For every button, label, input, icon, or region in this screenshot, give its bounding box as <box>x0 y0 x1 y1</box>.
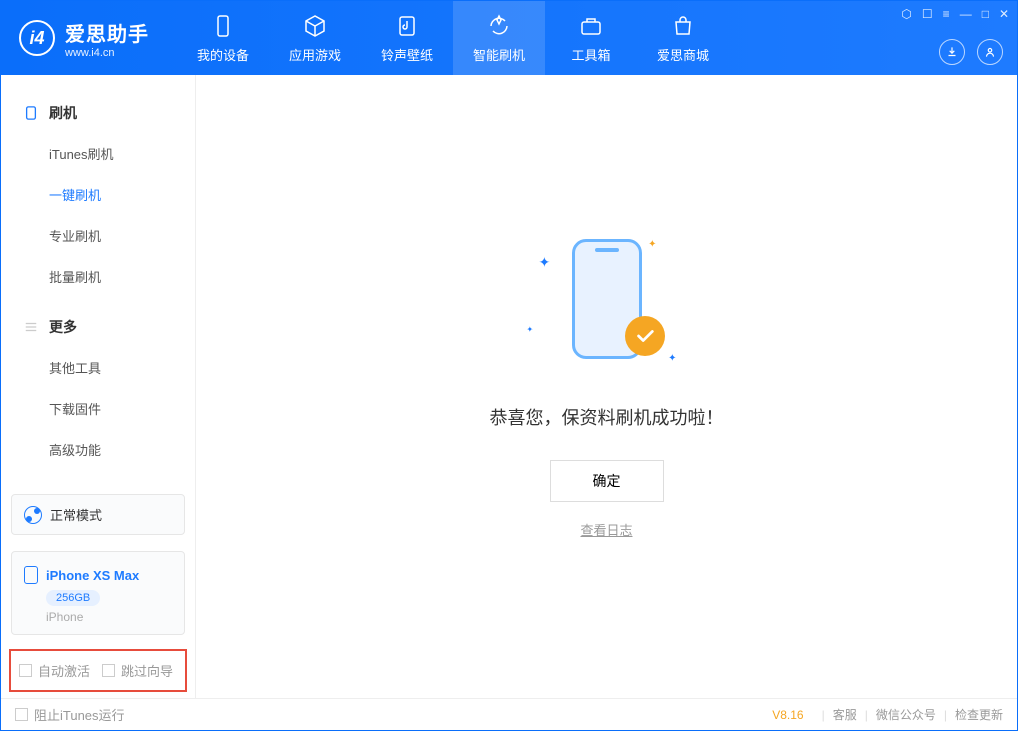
window-controls: ⬡ ☐ ≡ — □ ✕ <box>901 7 1009 21</box>
version-label: V8.16 <box>772 708 803 722</box>
user-icon[interactable] <box>977 39 1003 65</box>
footer-right: V8.16 | 客服 | 微信公众号 | 检查更新 <box>772 706 1003 723</box>
maximize-icon[interactable]: □ <box>982 7 989 21</box>
success-text: 恭喜您，保资料刷机成功啦！ <box>490 404 724 430</box>
app-subtitle: www.i4.cn <box>65 47 149 59</box>
side-section-header: 刷机 <box>1 93 195 133</box>
mode-icon <box>24 506 42 524</box>
nav-tab-flash[interactable]: 智能刷机 <box>453 1 545 75</box>
sidebar-item-advanced[interactable]: 高级功能 <box>1 429 195 470</box>
logo-icon: i4 <box>19 20 55 56</box>
sparkle-icon: ✦ <box>527 325 534 334</box>
music-icon <box>394 13 420 39</box>
main-content: ✦ ✦ ✦ ✦ 恭喜您，保资料刷机成功啦！ 确定 查看日志 <box>196 75 1017 698</box>
sidebar: 刷机 iTunes刷机 一键刷机 专业刷机 批量刷机 更多 其他工具 下载固件 … <box>1 75 196 698</box>
close-icon[interactable]: ✕ <box>999 7 1009 21</box>
checkbox-icon <box>102 664 115 677</box>
nav-tab-device[interactable]: 我的设备 <box>177 1 269 75</box>
side-nav: 刷机 iTunes刷机 一键刷机 专业刷机 批量刷机 更多 其他工具 下载固件 … <box>1 75 195 486</box>
nav-tab-store[interactable]: 爱思商城 <box>637 1 729 75</box>
checkbox-label: 阻止iTunes运行 <box>34 705 125 724</box>
checkbox-label: 跳过向导 <box>121 661 173 680</box>
nav-tabs: 我的设备 应用游戏 铃声壁纸 智能刷机 工具箱 爱思商城 <box>177 1 729 75</box>
section-title: 更多 <box>49 317 77 337</box>
checkbox-icon <box>19 664 32 677</box>
footer: 阻止iTunes运行 V8.16 | 客服 | 微信公众号 | 检查更新 <box>1 698 1017 730</box>
device-box[interactable]: iPhone XS Max 256GB iPhone <box>11 551 185 635</box>
nav-tab-apps[interactable]: 应用游戏 <box>269 1 361 75</box>
nav-tab-label: 我的设备 <box>197 45 249 64</box>
checkbox-auto-activate[interactable]: 自动激活 <box>19 661 90 680</box>
check-badge-icon <box>625 316 665 356</box>
checkbox-icon <box>15 708 28 721</box>
logo-area: i4 爱思助手 www.i4.cn <box>1 18 167 59</box>
option-checkbox-row: 自动激活 跳过向导 <box>9 649 187 692</box>
footer-link-update[interactable]: 检查更新 <box>955 706 1003 723</box>
skin-icon[interactable]: ⬡ <box>901 7 911 21</box>
device-type: iPhone <box>46 610 172 624</box>
sidebar-item-pro[interactable]: 专业刷机 <box>1 215 195 256</box>
nav-tab-label: 智能刷机 <box>473 45 525 64</box>
sparkle-icon: ✦ <box>668 353 676 364</box>
sidebar-item-itunes[interactable]: iTunes刷机 <box>1 133 195 174</box>
phone-outline-icon <box>24 566 38 584</box>
nav-tab-toolbox[interactable]: 工具箱 <box>545 1 637 75</box>
side-section-header: 更多 <box>1 307 195 347</box>
sidebar-item-firmware[interactable]: 下载固件 <box>1 388 195 429</box>
device-icon <box>210 13 236 39</box>
download-icon[interactable] <box>939 39 965 65</box>
checkbox-label: 自动激活 <box>38 661 90 680</box>
success-content: ✦ ✦ ✦ ✦ 恭喜您，保资料刷机成功啦！ 确定 查看日志 <box>490 234 724 539</box>
ok-button[interactable]: 确定 <box>550 460 664 502</box>
mode-label: 正常模式 <box>50 505 102 524</box>
app-title: 爱思助手 <box>65 18 149 47</box>
app-window: i4 爱思助手 www.i4.cn 我的设备 应用游戏 铃声壁纸 智能刷机 <box>0 0 1018 731</box>
bag-icon <box>670 13 696 39</box>
side-section-flash: 刷机 iTunes刷机 一键刷机 专业刷机 批量刷机 <box>1 93 195 297</box>
view-log-link[interactable]: 查看日志 <box>580 520 632 539</box>
footer-left: 阻止iTunes运行 <box>15 705 125 724</box>
device-name-row: iPhone XS Max <box>24 566 172 584</box>
menu-lines-icon <box>23 319 39 335</box>
toolbox-icon <box>578 13 604 39</box>
nav-tab-label: 铃声壁纸 <box>381 45 433 64</box>
nav-tab-label: 应用游戏 <box>289 45 341 64</box>
phone-icon <box>23 105 39 121</box>
sidebar-item-batch[interactable]: 批量刷机 <box>1 256 195 297</box>
device-name: iPhone XS Max <box>46 568 139 583</box>
nav-tab-label: 爱思商城 <box>657 45 709 64</box>
minimize-icon[interactable]: — <box>960 7 972 21</box>
sidebar-item-oneclick[interactable]: 一键刷机 <box>1 174 195 215</box>
header-actions <box>939 39 1003 65</box>
nav-tab-label: 工具箱 <box>571 45 610 64</box>
footer-link-wechat[interactable]: 微信公众号 <box>876 706 936 723</box>
sparkle-icon: ✦ <box>648 239 656 250</box>
cube-icon <box>302 13 328 39</box>
side-section-more: 更多 其他工具 下载固件 高级功能 <box>1 307 195 470</box>
success-illustration: ✦ ✦ ✦ ✦ <box>537 234 677 374</box>
feedback-icon[interactable]: ☐ <box>922 7 933 21</box>
checkbox-block-itunes[interactable]: 阻止iTunes运行 <box>15 705 125 724</box>
menu-icon[interactable]: ≡ <box>943 7 950 21</box>
refresh-icon <box>486 13 512 39</box>
mode-row: 正常模式 <box>24 505 172 524</box>
nav-tab-ringtone[interactable]: 铃声壁纸 <box>361 1 453 75</box>
footer-link-support[interactable]: 客服 <box>833 706 857 723</box>
sparkle-icon: ✦ <box>539 254 551 271</box>
sidebar-item-othertools[interactable]: 其他工具 <box>1 347 195 388</box>
device-storage: 256GB <box>46 590 100 606</box>
mode-box[interactable]: 正常模式 <box>11 494 185 535</box>
checkbox-skip-guide[interactable]: 跳过向导 <box>102 661 173 680</box>
logo-text: 爱思助手 www.i4.cn <box>65 18 149 59</box>
header: i4 爱思助手 www.i4.cn 我的设备 应用游戏 铃声壁纸 智能刷机 <box>1 1 1017 75</box>
section-title: 刷机 <box>49 103 77 123</box>
body: 刷机 iTunes刷机 一键刷机 专业刷机 批量刷机 更多 其他工具 下载固件 … <box>1 75 1017 698</box>
